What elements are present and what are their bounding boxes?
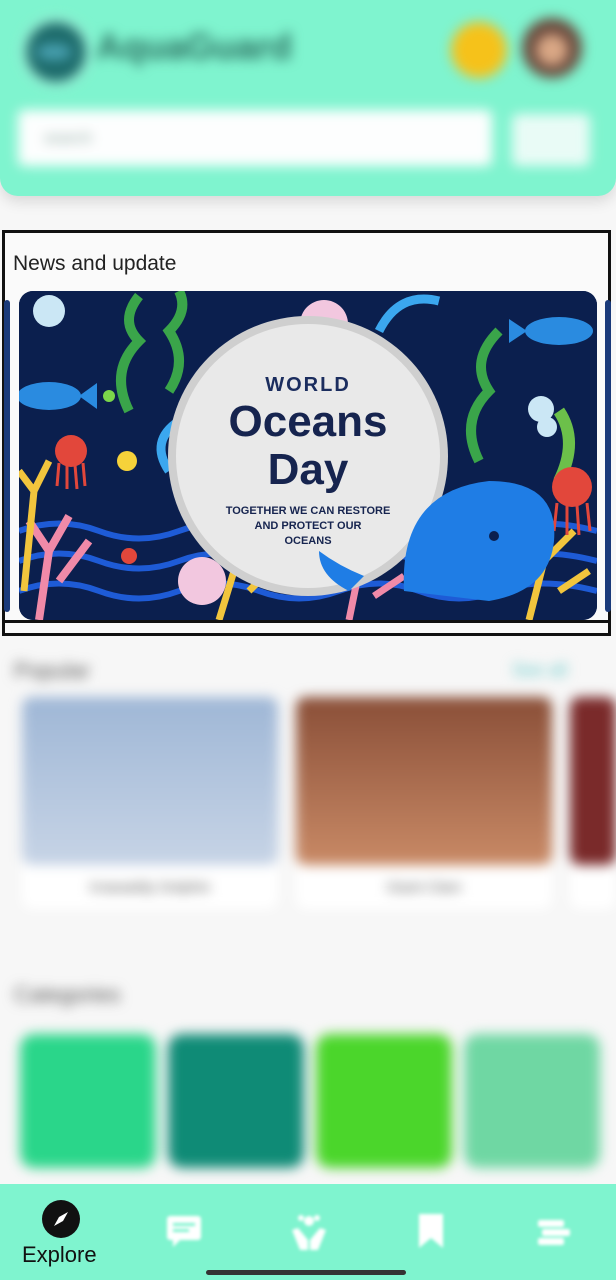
banner-line-world: WORLD: [265, 374, 351, 396]
carousel-prev-peek[interactable]: [4, 300, 10, 612]
banner-tagline-2: AND PROTECT OUR: [254, 520, 362, 532]
popular-title: Popular: [14, 658, 90, 683]
banner-line-oceans: Oceans: [228, 397, 388, 446]
category-tile-crab[interactable]: [316, 1034, 452, 1168]
popular-card[interactable]: Giant Clam: [296, 697, 552, 909]
theme-toggle-icon[interactable]: [451, 22, 507, 78]
search-placeholder: search: [44, 130, 93, 147]
news-section-bottom-border: [2, 620, 611, 623]
books-icon[interactable]: [536, 1218, 572, 1246]
filter-button[interactable]: [512, 114, 590, 166]
care-hands-icon[interactable]: [288, 1210, 330, 1252]
popular-card-peek[interactable]: [570, 697, 616, 909]
banner-tagline-1: TOGETHER WE CAN RESTORE: [225, 505, 391, 517]
home-indicator[interactable]: [206, 1270, 406, 1275]
nav-explore-label[interactable]: Explore: [22, 1242, 97, 1268]
app-title: AquaGuard: [96, 26, 293, 67]
app-logo: [22, 18, 90, 86]
banner-tagline-3: OCEANS: [284, 535, 332, 547]
search-input[interactable]: search: [18, 110, 492, 166]
carousel-next-peek[interactable]: [605, 300, 611, 612]
bookmark-icon[interactable]: [417, 1212, 445, 1250]
see-all-link[interactable]: See all: [512, 660, 567, 681]
card-image-peek: [570, 697, 616, 865]
news-banner[interactable]: WORLD Oceans Day TOGETHER WE CAN RESTORE…: [19, 291, 597, 620]
category-tile-dolphin[interactable]: [20, 1034, 156, 1168]
popular-card[interactable]: Irrawaddy Dolphin: [22, 697, 278, 909]
category-tile-shell[interactable]: [464, 1034, 600, 1168]
avatar[interactable]: [522, 18, 582, 78]
banner-line-day: Day: [267, 445, 349, 494]
app-header: AquaGuard search: [0, 0, 616, 196]
news-title: News and update: [13, 252, 177, 275]
dolphin-image: [22, 697, 278, 865]
popular-card-label: Giant Clam: [386, 879, 462, 896]
popular-card-label: Irrawaddy Dolphin: [89, 879, 211, 896]
compass-icon[interactable]: [42, 1200, 80, 1238]
categories-title: Categories: [14, 982, 121, 1007]
category-tile-fish[interactable]: [168, 1034, 304, 1168]
chat-icon[interactable]: [165, 1214, 203, 1248]
clam-image: [296, 697, 552, 865]
